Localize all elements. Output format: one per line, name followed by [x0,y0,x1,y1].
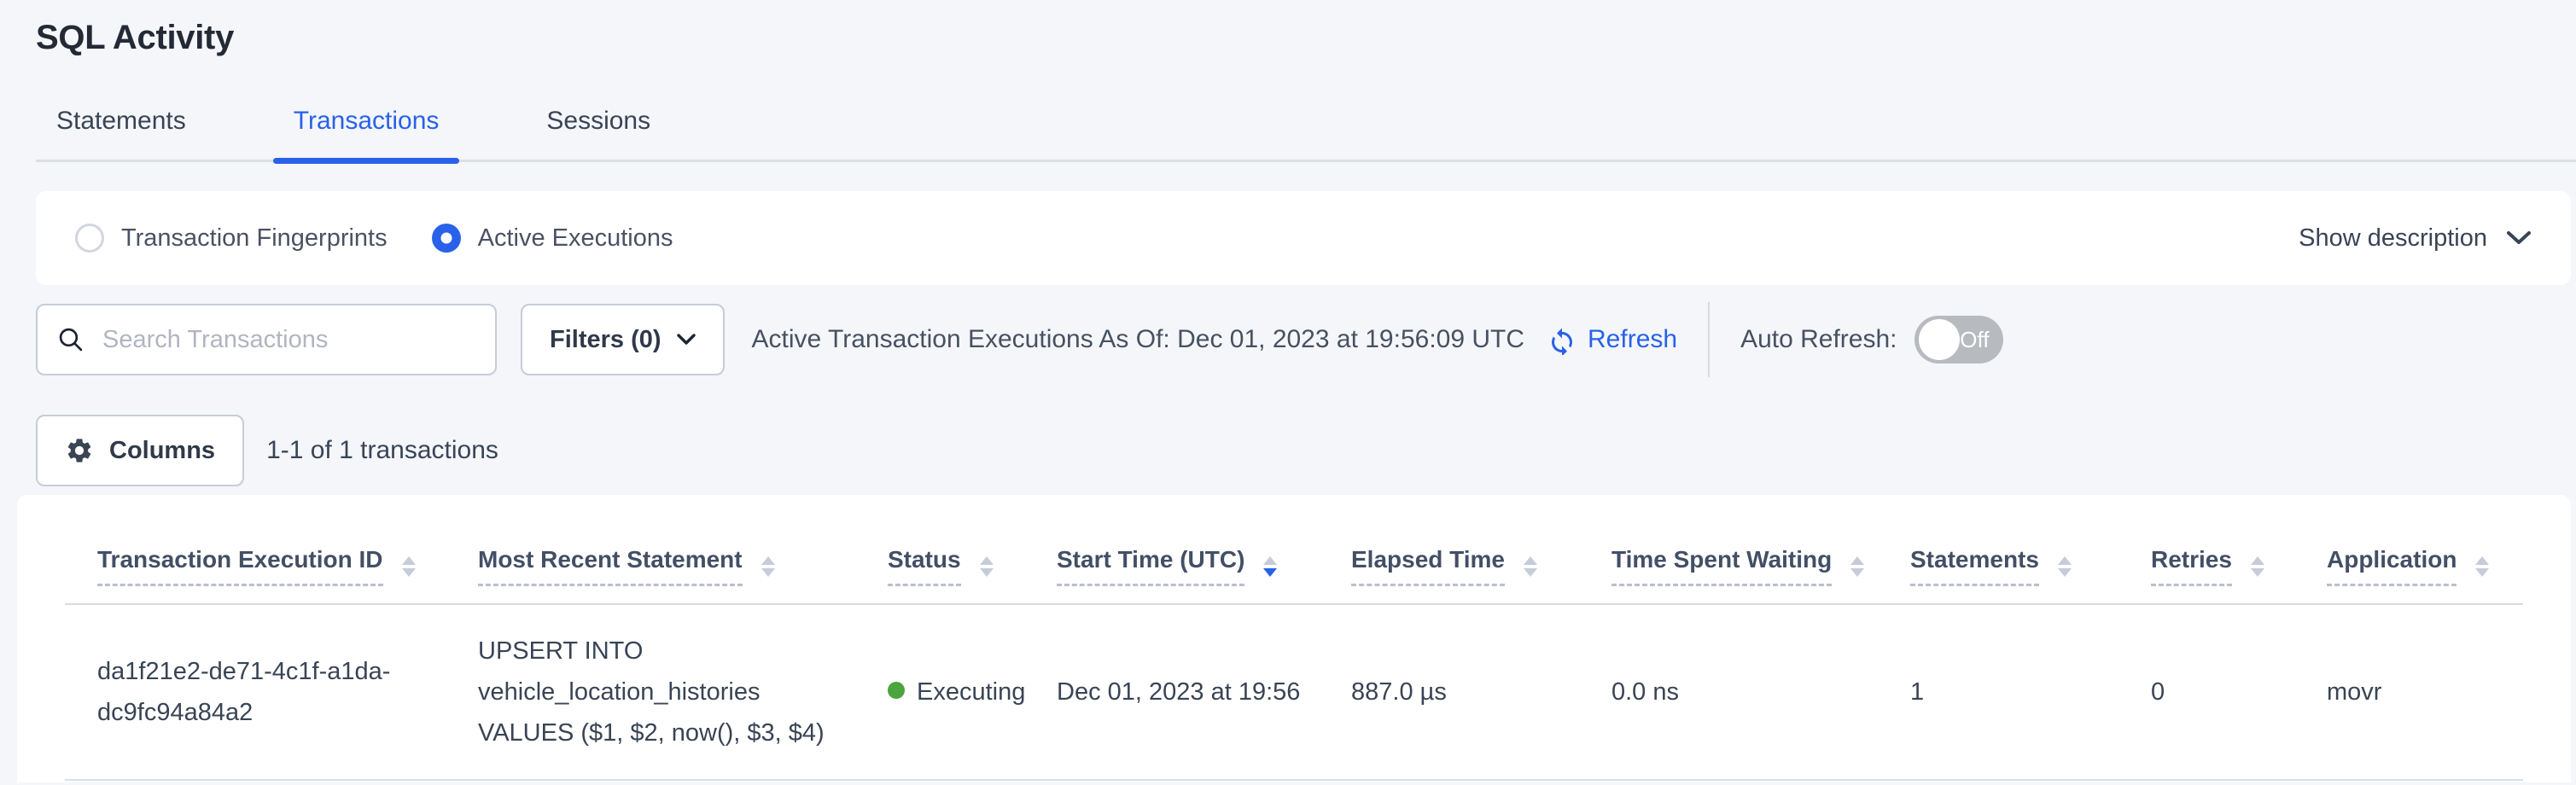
column-header-start-time[interactable]: Start Time (UTC) [1024,510,1319,604]
table-row[interactable]: da1f21e2-de71-4c1f-a1da-dc9fc94a84a2 UPS… [65,604,2523,780]
cell-start-time: Dec 01, 2023 at 19:56 [1024,604,1319,780]
refresh-button[interactable]: Refresh [1547,324,1677,355]
sql-activity-page: SQL Activity Statements Transactions Ses… [0,0,2576,782]
filters-button-label: Filters (0) [550,326,661,354]
cell-most-recent-statement: UPSERT INTO vehicle_location_histories V… [446,604,855,780]
table-header-row: Transaction Execution ID Most Recent Sta… [65,510,2523,604]
search-icon [56,325,85,354]
tab-statements[interactable]: Statements [36,107,207,160]
status-executing-dot-icon [888,682,905,699]
auto-refresh-label: Auto Refresh: [1740,325,1897,354]
transactions-table: Transaction Execution ID Most Recent Sta… [65,510,2523,781]
sort-icon-active-desc [1262,555,1279,579]
filters-button[interactable]: Filters (0) [521,304,725,375]
auto-refresh-toggle[interactable]: Off [1915,316,2003,363]
as-of-timestamp: Active Transaction Executions As Of: Dec… [752,325,1524,354]
chevron-down-icon [2506,230,2532,246]
radio-unselected-icon[interactable] [75,224,104,253]
cell-status: Executing [855,604,1024,780]
search-box[interactable] [36,304,497,375]
column-header-elapsed-time[interactable]: Elapsed Time [1319,510,1579,604]
tabs-bar: Statements Transactions Sessions [36,107,2576,162]
column-header-transaction-execution-id[interactable]: Transaction Execution ID [65,510,446,604]
cell-transaction-execution-id: da1f21e2-de71-4c1f-a1da-dc9fc94a84a2 [65,604,446,780]
toggle-knob [1919,319,1960,360]
toggle-state-label: Off [1960,327,1989,353]
sort-icon [1522,555,1539,579]
column-header-application[interactable]: Application [2294,510,2523,604]
column-header-time-spent-waiting[interactable]: Time Spent Waiting [1579,510,1878,604]
sort-icon [2249,555,2266,579]
cell-application: movr [2294,604,2523,780]
chevron-down-icon [677,334,696,346]
cell-statements: 1 [1878,604,2118,780]
transactions-table-card: Transaction Execution ID Most Recent Sta… [17,495,2571,782]
sort-icon [2474,555,2491,579]
toolbar: Filters (0) Active Transaction Execution… [36,302,2571,377]
columns-button-label: Columns [109,437,215,465]
radio-label: Active Executions [478,224,673,253]
radio-transaction-fingerprints[interactable]: Transaction Fingerprints [75,224,388,253]
columns-button[interactable]: Columns [36,415,244,486]
show-description-toggle[interactable]: Show description [2299,224,2532,253]
sort-icon [400,555,417,579]
radio-label: Transaction Fingerprints [121,224,388,253]
result-count: 1-1 of 1 transactions [266,436,498,465]
sort-icon [1849,555,1866,579]
toolbar-divider [1708,302,1710,377]
view-mode-card: Transaction Fingerprints Active Executio… [36,191,2571,285]
column-header-retries[interactable]: Retries [2118,510,2294,604]
column-header-most-recent-statement[interactable]: Most Recent Statement [446,510,855,604]
tab-sessions[interactable]: Sessions [526,107,671,160]
cell-time-spent-waiting: 0.0 ns [1579,604,1878,780]
show-description-label: Show description [2299,224,2487,253]
refresh-icon [1547,324,1577,355]
table-controls: Columns 1-1 of 1 transactions [36,415,2571,486]
radio-selected-icon[interactable] [432,224,461,253]
cell-elapsed-time: 887.0 µs [1319,604,1579,780]
gear-icon [65,436,94,465]
sort-icon [2056,555,2073,579]
sort-icon [760,555,777,579]
radio-active-executions[interactable]: Active Executions [432,224,673,253]
column-header-status[interactable]: Status [855,510,1024,604]
status-label: Executing [917,678,1025,706]
cell-retries: 0 [2118,604,2294,780]
tab-transactions[interactable]: Transactions [273,107,460,160]
sort-icon [978,555,995,579]
refresh-label: Refresh [1588,325,1677,354]
page-title: SQL Activity [36,19,2576,57]
search-input[interactable] [101,325,476,355]
column-header-statements[interactable]: Statements [1878,510,2118,604]
